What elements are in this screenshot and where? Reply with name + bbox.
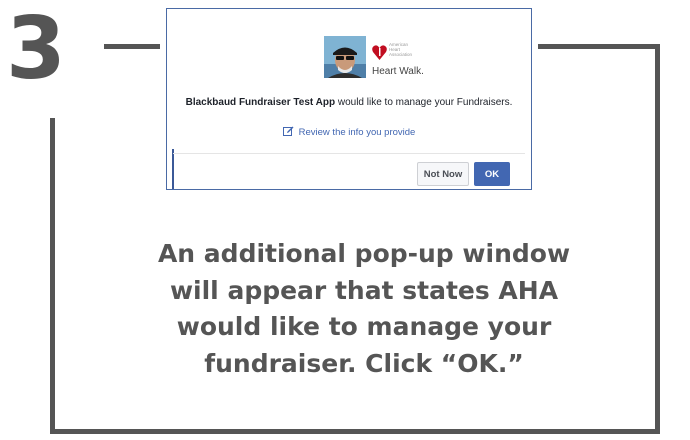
frame-top-right-line	[538, 44, 660, 49]
review-link-label: Review the info you provide	[298, 127, 416, 138]
dialog-divider	[173, 153, 525, 154]
instruction-line: An additional pop-up window	[157, 239, 571, 268]
aha-small-text: American Heart Association	[389, 42, 413, 57]
heart-torch-icon	[372, 43, 387, 60]
aha-heart-walk-logo: American Heart Association Heart Walk.	[372, 38, 424, 80]
instruction-line: will appear that states AHA	[169, 275, 559, 305]
ok-button[interactable]: OK	[474, 162, 510, 186]
permission-message: Blackbaud Fundraiser Test App would like…	[167, 97, 531, 108]
app-name: Blackbaud Fundraiser Test App	[185, 97, 336, 108]
instruction-line: fundraiser. Click “OK.”	[204, 348, 524, 378]
frame-left-line	[50, 118, 55, 434]
frame-bottom-line	[50, 429, 660, 434]
instruction-text: An additional pop-up window will appear …	[70, 236, 658, 382]
heart-walk-text: Heart Walk.	[372, 66, 424, 77]
permission-dialog: American Heart Association Heart Walk. B…	[166, 8, 532, 190]
step-number: 3	[6, 0, 66, 99]
not-now-button[interactable]: Not Now	[417, 162, 469, 186]
message-suffix: would like to manage your Fundraisers.	[335, 97, 513, 108]
edit-icon	[282, 126, 294, 136]
avatar	[324, 36, 366, 78]
dialog-accent-bar	[172, 149, 174, 189]
instruction-line: would like to manage your	[176, 312, 552, 341]
frame-top-left-line	[104, 44, 160, 49]
review-info-link[interactable]: Review the info you provide	[167, 126, 531, 138]
